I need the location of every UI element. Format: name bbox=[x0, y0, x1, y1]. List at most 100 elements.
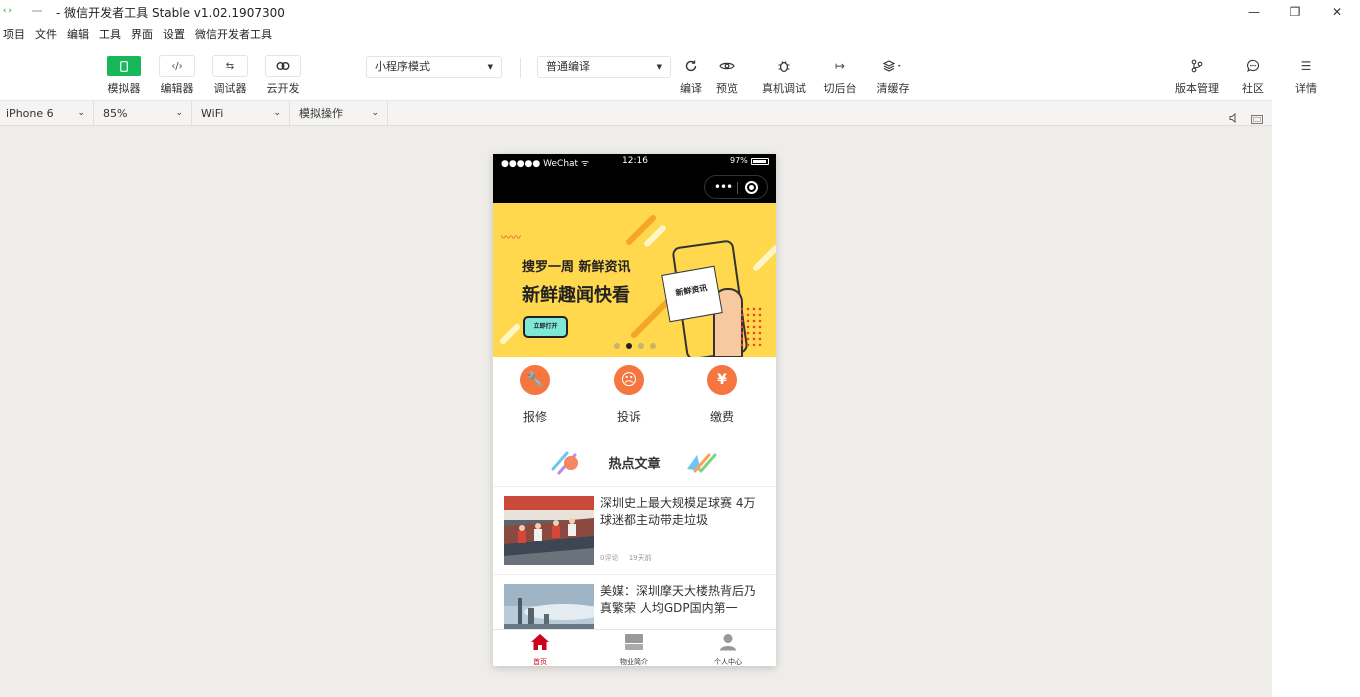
phone-icon bbox=[107, 56, 141, 76]
building-icon bbox=[625, 634, 643, 650]
clear-cache-button[interactable]: 清缓存 bbox=[876, 56, 910, 96]
tab-home[interactable]: 首页 bbox=[493, 633, 587, 666]
service-payment-label: 缴费 bbox=[709, 410, 734, 424]
menu-bar: 项目 文件 编辑 工具 界面 设置 微信开发者工具 bbox=[0, 24, 1360, 44]
minimize-button[interactable]: — bbox=[1242, 3, 1266, 21]
switch-background-icon: ↦ bbox=[834, 59, 846, 73]
device-select-value: iPhone 6 bbox=[6, 107, 54, 120]
menu-edit[interactable]: 编辑 bbox=[67, 26, 89, 42]
chevron-down-icon: ⌄ bbox=[371, 108, 379, 118]
more-dots-icon[interactable]: ••• bbox=[711, 178, 735, 196]
sim-action-select[interactable]: 模拟操作 ⌄ bbox=[293, 101, 388, 127]
toolbar-divider bbox=[520, 58, 521, 78]
battery-icon bbox=[751, 158, 769, 165]
carousel-indicator-active[interactable] bbox=[626, 343, 632, 349]
remote-debug-button[interactable]: 真机调试 bbox=[762, 56, 806, 96]
cloud-label: 云开发 bbox=[266, 82, 300, 95]
branch-icon bbox=[1180, 56, 1214, 76]
remote-debug-label: 真机调试 bbox=[762, 82, 806, 95]
menu-tools[interactable]: 工具 bbox=[99, 26, 121, 42]
menu-lines-icon: ☰ bbox=[1300, 59, 1312, 73]
service-grid: 🔧 报修 ☹ 投诉 ¥ 缴费 bbox=[493, 357, 776, 437]
network-select-value: WiFi bbox=[201, 107, 224, 120]
tab-personal-center-label: 个人中心 bbox=[714, 658, 742, 666]
menu-devtools[interactable]: 微信开发者工具 bbox=[195, 26, 272, 42]
compile-button[interactable]: 编译 bbox=[674, 56, 708, 96]
banner-open-button[interactable]: 立即打开 bbox=[523, 316, 568, 338]
menu-settings[interactable]: 设置 bbox=[163, 26, 185, 42]
eye-icon bbox=[710, 56, 744, 76]
chevron-down-icon: ▼ bbox=[487, 63, 493, 71]
zoom-select[interactable]: 85% ⌄ bbox=[97, 101, 192, 127]
details-button[interactable]: ☰ 详情 bbox=[1289, 56, 1323, 96]
service-complaint[interactable]: ☹ 投诉 bbox=[599, 365, 659, 425]
editor-button[interactable]: ‹/› 编辑器 bbox=[159, 56, 195, 96]
chevron-down-icon: ⌄ bbox=[273, 108, 281, 118]
service-repair[interactable]: 🔧 报修 bbox=[505, 365, 565, 425]
article-item[interactable]: 深圳史上最大规模足球赛 4万球迷都主动带走垃圾 0评论 19天前 bbox=[493, 487, 776, 575]
carousel-indicator[interactable] bbox=[638, 343, 644, 349]
bug-icon bbox=[767, 56, 801, 76]
refresh-icon bbox=[674, 56, 708, 76]
zoom-select-value: 85% bbox=[103, 107, 128, 120]
person-icon bbox=[720, 634, 736, 651]
menu-file[interactable]: 文件 bbox=[35, 26, 57, 42]
banner-stripe-deco bbox=[751, 243, 776, 273]
banner-carousel[interactable]: 〰〰 搜罗一周 新鲜资讯 新鲜趣闻快看 立即打开 新鲜资讯 bbox=[493, 203, 776, 357]
news-card-illustration: 新鲜资讯 bbox=[661, 265, 723, 323]
debugger-button[interactable]: ⇆ 调试器 bbox=[212, 56, 248, 96]
menu-project[interactable]: 项目 bbox=[3, 26, 25, 42]
battery-percent: 97% bbox=[730, 156, 748, 165]
community-label: 社区 bbox=[1242, 82, 1264, 95]
phone-simulator[interactable]: ●●●●● WeChat ᯤ 12:16 97% ••• 〰〰 搜罗一周 新鲜资… bbox=[493, 154, 776, 666]
mode-select-value: 小程序模式 bbox=[375, 60, 430, 73]
carrier-text: ●●●●● WeChat ᯤ bbox=[501, 159, 590, 169]
maximize-button[interactable]: ❐ bbox=[1283, 3, 1307, 21]
chevron-down-icon: ⌄ bbox=[175, 108, 183, 118]
version-label: 版本管理 bbox=[1175, 82, 1219, 95]
community-button[interactable]: 社区 bbox=[1236, 56, 1270, 96]
network-select[interactable]: WiFi ⌄ bbox=[195, 101, 290, 127]
article-thumbnail bbox=[504, 496, 594, 565]
compile-mode-select[interactable]: 普通编译 ▼ bbox=[538, 57, 670, 77]
chevron-down-icon: ▼ bbox=[656, 63, 662, 71]
tab-property-intro-label: 物业简介 bbox=[620, 658, 648, 666]
device-bar: iPhone 6 ⌄ 85% ⌄ WiFi ⌄ 模拟操作 ⌄ bbox=[0, 100, 1272, 127]
cloud-button[interactable]: 云开发 bbox=[265, 56, 301, 96]
editor-pane bbox=[1272, 100, 1360, 697]
squiggle-deco: 〰〰 bbox=[501, 233, 521, 244]
title-bar: ‹› - 微信开发者工具 Stable v1.02.1907300 — ❐ ✕ bbox=[0, 0, 1360, 24]
window-icon[interactable] bbox=[1251, 109, 1263, 124]
article-title: 深圳史上最大规模足球赛 4万球迷都主动带走垃圾 bbox=[600, 496, 756, 527]
details-label: 详情 bbox=[1295, 82, 1317, 95]
background-button[interactable]: ↦ 切后台 bbox=[822, 56, 858, 96]
article-title: 美媒：深圳摩天大楼热背后乃真繁荣 人均GDP国内第一 bbox=[600, 584, 757, 615]
speaker-icon[interactable] bbox=[1229, 108, 1239, 124]
device-select[interactable]: iPhone 6 ⌄ bbox=[0, 101, 94, 127]
carousel-indicator[interactable] bbox=[614, 343, 620, 349]
article-meta: 0评论 19天前 bbox=[600, 553, 660, 563]
tab-property-intro[interactable]: 物业简介 bbox=[587, 633, 681, 666]
article-comments: 0评论 bbox=[600, 554, 619, 562]
compile-mode-value: 普通编译 bbox=[546, 60, 590, 73]
mode-select[interactable]: 小程序模式 ▼ bbox=[367, 57, 501, 77]
hot-articles-header: 热点文章 bbox=[493, 437, 776, 487]
tab-personal-center[interactable]: 个人中心 bbox=[681, 633, 775, 666]
version-button[interactable]: 版本管理 bbox=[1175, 56, 1219, 96]
layers-icon bbox=[876, 56, 910, 76]
simulator-button[interactable]: 模拟器 bbox=[106, 56, 142, 96]
tab-home-label: 首页 bbox=[533, 658, 547, 666]
close-target-icon[interactable] bbox=[745, 181, 758, 194]
sim-action-value: 模拟操作 bbox=[299, 107, 343, 120]
carousel-indicator[interactable] bbox=[650, 343, 656, 349]
code-icon: ‹/› bbox=[160, 56, 194, 76]
service-payment[interactable]: ¥ 缴费 bbox=[692, 365, 752, 425]
payment-bag-icon: ¥ bbox=[707, 365, 737, 395]
menu-interface[interactable]: 界面 bbox=[131, 26, 153, 42]
close-button[interactable]: ✕ bbox=[1325, 3, 1349, 21]
chevron-down-icon: ⌄ bbox=[77, 108, 85, 118]
preview-button[interactable]: 预览 bbox=[710, 56, 744, 96]
mini-program-capsule: ••• bbox=[704, 175, 768, 199]
background-label: 切后台 bbox=[823, 82, 857, 95]
editor-label: 编辑器 bbox=[160, 82, 194, 95]
